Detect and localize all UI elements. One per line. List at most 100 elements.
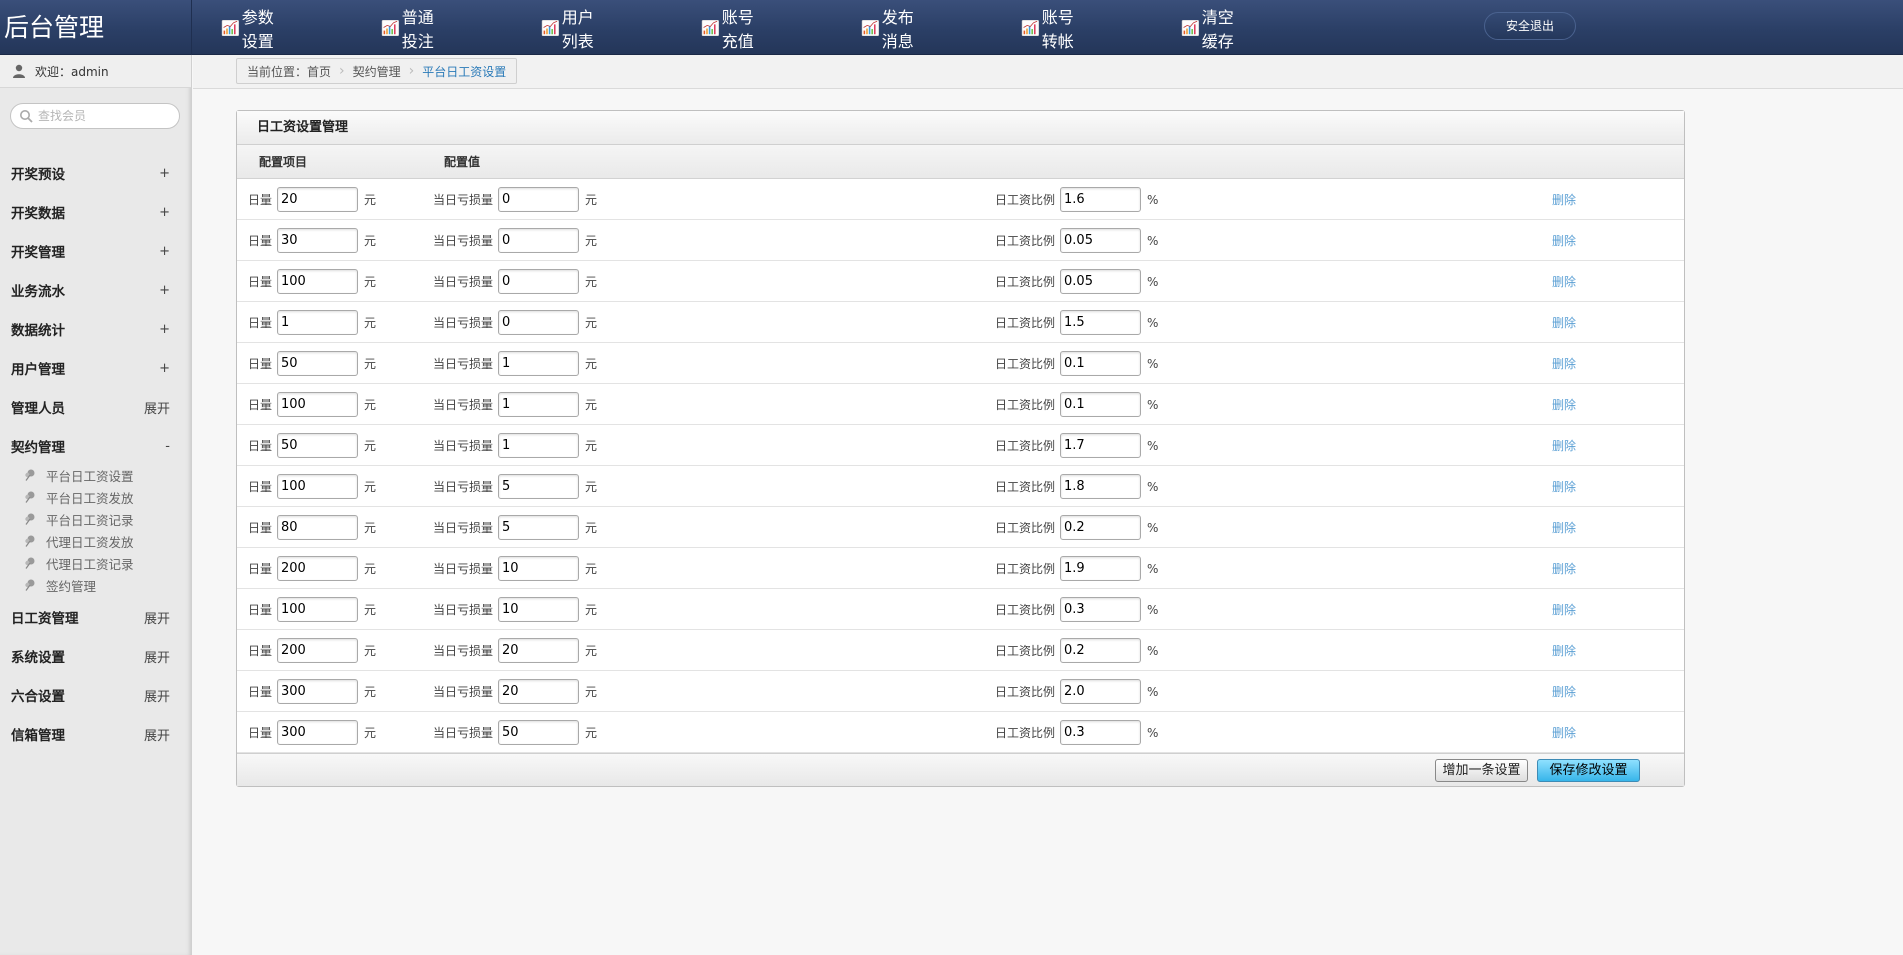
volume-input[interactable] [277,269,359,294]
sidebar-subitem[interactable]: 代理日工资发放 [24,531,134,551]
nav-item[interactable]: 普通投注 [381,8,435,51]
nav-item[interactable]: 账号充值 [701,8,755,51]
loss-input[interactable] [498,228,580,253]
sidebar-menu-item[interactable]: 日工资管理 展开 [0,602,192,632]
ratio-input[interactable] [1060,392,1142,417]
menu-toggle[interactable]: + [159,205,170,220]
logout-button[interactable]: 安全退出 [1484,12,1576,40]
ratio-input[interactable] [1060,720,1142,745]
menu-toggle[interactable]: 展开 [144,398,170,417]
loss-input[interactable] [498,597,580,622]
delete-link[interactable]: 删除 [1552,302,1576,343]
delete-link[interactable]: 删除 [1552,343,1576,384]
ratio-input[interactable] [1060,474,1142,499]
menu-toggle[interactable]: 展开 [144,686,170,705]
delete-link[interactable]: 删除 [1552,712,1576,753]
ratio-input[interactable] [1060,515,1142,540]
menu-toggle[interactable]: 展开 [144,608,170,627]
sidebar-menu-item[interactable]: 数据统计 + [0,314,192,344]
loss-input[interactable] [498,310,580,335]
menu-toggle[interactable]: - [165,439,170,454]
menu-toggle[interactable]: 展开 [144,725,170,744]
menu-toggle[interactable]: + [159,244,170,259]
loss-input[interactable] [498,351,580,376]
loss-input[interactable] [498,433,580,458]
ratio-input[interactable] [1060,638,1142,663]
menu-toggle[interactable]: + [159,322,170,337]
nav-item[interactable]: 用户列表 [541,8,595,51]
ratio-input[interactable] [1060,310,1142,335]
sidebar-subitem[interactable]: 平台日工资记录 [24,509,134,529]
ratio-input[interactable] [1060,228,1142,253]
delete-link[interactable]: 删除 [1552,671,1576,712]
ratio-input[interactable] [1060,556,1142,581]
delete-link[interactable]: 删除 [1552,425,1576,466]
nav-item[interactable]: 账号转帐 [1021,8,1075,51]
sidebar-menu-item[interactable]: 契约管理 - [0,431,192,461]
ratio-input[interactable] [1060,679,1142,704]
menu-toggle[interactable]: + [159,283,170,298]
delete-link[interactable]: 删除 [1552,261,1576,302]
delete-link[interactable]: 删除 [1552,384,1576,425]
nav-item[interactable]: 参数设置 [221,8,275,51]
volume-input[interactable] [277,474,359,499]
sidebar-menu-item[interactable]: 用户管理 + [0,353,192,383]
table-row: 日量 元 当日亏损量 元 日工资比例 % 删除 [237,384,1684,425]
sidebar-menu-item[interactable]: 开奖数据 + [0,197,192,227]
loss-input[interactable] [498,556,580,581]
volume-input[interactable] [277,515,359,540]
ratio-input[interactable] [1060,269,1142,294]
volume-input[interactable] [277,228,359,253]
menu-toggle[interactable]: 展开 [144,647,170,666]
ratio-input[interactable] [1060,351,1142,376]
delete-link[interactable]: 删除 [1552,548,1576,589]
loss-input[interactable] [498,679,580,704]
volume-input[interactable] [277,351,359,376]
volume-input[interactable] [277,556,359,581]
loss-input[interactable] [498,515,580,540]
loss-input[interactable] [498,187,580,212]
sidebar-menu-item[interactable]: 六合设置 展开 [0,680,192,710]
volume-input[interactable] [277,679,359,704]
delete-link[interactable]: 删除 [1552,466,1576,507]
volume-input[interactable] [277,310,359,335]
add-setting-button[interactable]: 增加一条设置 [1435,759,1528,782]
delete-link[interactable]: 删除 [1552,630,1576,671]
nav-item[interactable]: 发布消息 [861,8,915,51]
menu-toggle[interactable]: + [159,166,170,181]
ratio-input[interactable] [1060,187,1142,212]
breadcrumb-parent[interactable]: 契约管理 [353,63,401,80]
sidebar-subitem[interactable]: 平台日工资发放 [24,487,134,507]
sidebar-subitem[interactable]: 代理日工资记录 [24,553,134,573]
menu-toggle[interactable]: + [159,361,170,376]
save-settings-button[interactable]: 保存修改设置 [1537,759,1640,782]
sidebar-menu-item[interactable]: 信箱管理 展开 [0,719,192,749]
delete-link[interactable]: 删除 [1552,220,1576,261]
breadcrumb-home[interactable]: 当前位置：首页 [247,63,331,80]
volume-input[interactable] [277,187,359,212]
loss-input[interactable] [498,638,580,663]
sidebar-menu-item[interactable]: 业务流水 + [0,275,192,305]
delete-link[interactable]: 删除 [1552,507,1576,548]
volume-input[interactable] [277,392,359,417]
loss-input[interactable] [498,720,580,745]
loss-input[interactable] [498,392,580,417]
volume-input[interactable] [277,720,359,745]
sidebar-menu-item[interactable]: 管理人员 展开 [0,392,192,422]
loss-input[interactable] [498,269,580,294]
search-input[interactable] [38,109,168,123]
ratio-input[interactable] [1060,433,1142,458]
loss-input[interactable] [498,474,580,499]
ratio-input[interactable] [1060,597,1142,622]
sidebar-subitem[interactable]: 平台日工资设置 [24,465,134,485]
volume-input[interactable] [277,638,359,663]
delete-link[interactable]: 删除 [1552,589,1576,630]
nav-item[interactable]: 清空缓存 [1181,8,1235,51]
sidebar-menu-item[interactable]: 开奖预设 + [0,158,192,188]
sidebar-menu-item[interactable]: 系统设置 展开 [0,641,192,671]
volume-input[interactable] [277,597,359,622]
sidebar-menu-item[interactable]: 开奖管理 + [0,236,192,266]
delete-link[interactable]: 删除 [1552,179,1576,220]
volume-input[interactable] [277,433,359,458]
sidebar-subitem[interactable]: 签约管理 [24,575,96,595]
